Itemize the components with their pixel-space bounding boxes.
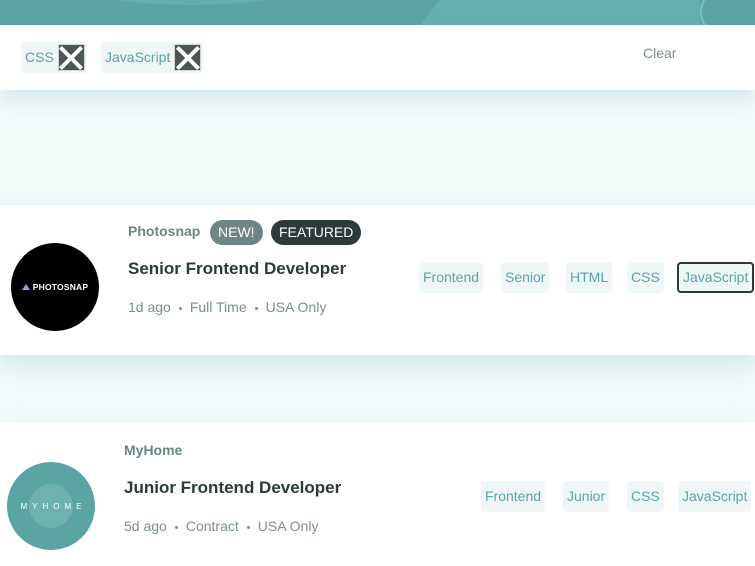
header-pattern	[440, 0, 700, 25]
logo-text: MYHOME	[20, 501, 87, 511]
filter-chip-css: CSS	[21, 42, 87, 73]
filter-chip-javascript: JavaScript	[101, 42, 204, 73]
tag-senior[interactable]: Senior	[501, 262, 550, 293]
company-logo: MYHOME	[7, 462, 95, 550]
header-pattern	[40, 0, 340, 5]
filter-bar: CSS JavaScript Clear	[0, 25, 755, 90]
tag-javascript[interactable]: JavaScript	[678, 481, 752, 512]
header-banner	[0, 0, 755, 25]
dot-separator-icon	[254, 306, 258, 310]
posted-at: 5d ago	[124, 518, 167, 534]
new-badge: NEW!	[210, 220, 263, 245]
logo-text: PHOTOSNAP	[32, 282, 89, 292]
tag-css[interactable]: CSS	[627, 481, 664, 512]
header-pattern	[700, 0, 755, 25]
job-title[interactable]: Junior Frontend Developer	[124, 478, 341, 498]
posted-at: 1d ago	[128, 299, 171, 315]
header-pattern	[420, 0, 440, 25]
tag-javascript[interactable]: JavaScript	[677, 262, 755, 293]
job-meta: 1d ago Full Time USA Only	[128, 299, 326, 315]
filter-chip-label: CSS	[25, 49, 54, 65]
tag-css[interactable]: CSS	[627, 262, 664, 293]
close-icon[interactable]	[174, 44, 202, 71]
tag-frontend[interactable]: Frontend	[419, 262, 484, 293]
dot-separator-icon	[174, 525, 178, 529]
contract-type: Full Time	[189, 299, 247, 315]
job-meta: 5d ago Contract USA Only	[124, 518, 318, 534]
contract-type: Contract	[185, 518, 239, 534]
company-name: Photosnap	[128, 223, 201, 239]
filter-chip-label: JavaScript	[105, 49, 171, 65]
dot-separator-icon	[178, 306, 182, 310]
tag-html[interactable]: HTML	[566, 262, 613, 293]
job-location: USA Only	[265, 299, 327, 315]
job-card-photosnap: PHOTOSNAP Photosnap NEW! FEATURED Senior…	[0, 205, 755, 355]
company-name: MyHome	[124, 442, 183, 458]
job-location: USA Only	[257, 518, 319, 534]
clear-filters-button[interactable]: Clear	[643, 45, 676, 61]
job-title[interactable]: Senior Frontend Developer	[128, 259, 346, 279]
featured-badge: FEATURED	[271, 220, 362, 245]
job-card-myhome: MYHOME MyHome Junior Frontend Developer …	[0, 422, 755, 566]
photosnap-logo-icon	[21, 284, 30, 290]
tag-frontend[interactable]: Frontend	[481, 481, 546, 512]
company-logo: PHOTOSNAP	[11, 243, 99, 331]
dot-separator-icon	[246, 525, 250, 529]
close-icon[interactable]	[57, 44, 85, 71]
tag-junior[interactable]: Junior	[563, 481, 610, 512]
